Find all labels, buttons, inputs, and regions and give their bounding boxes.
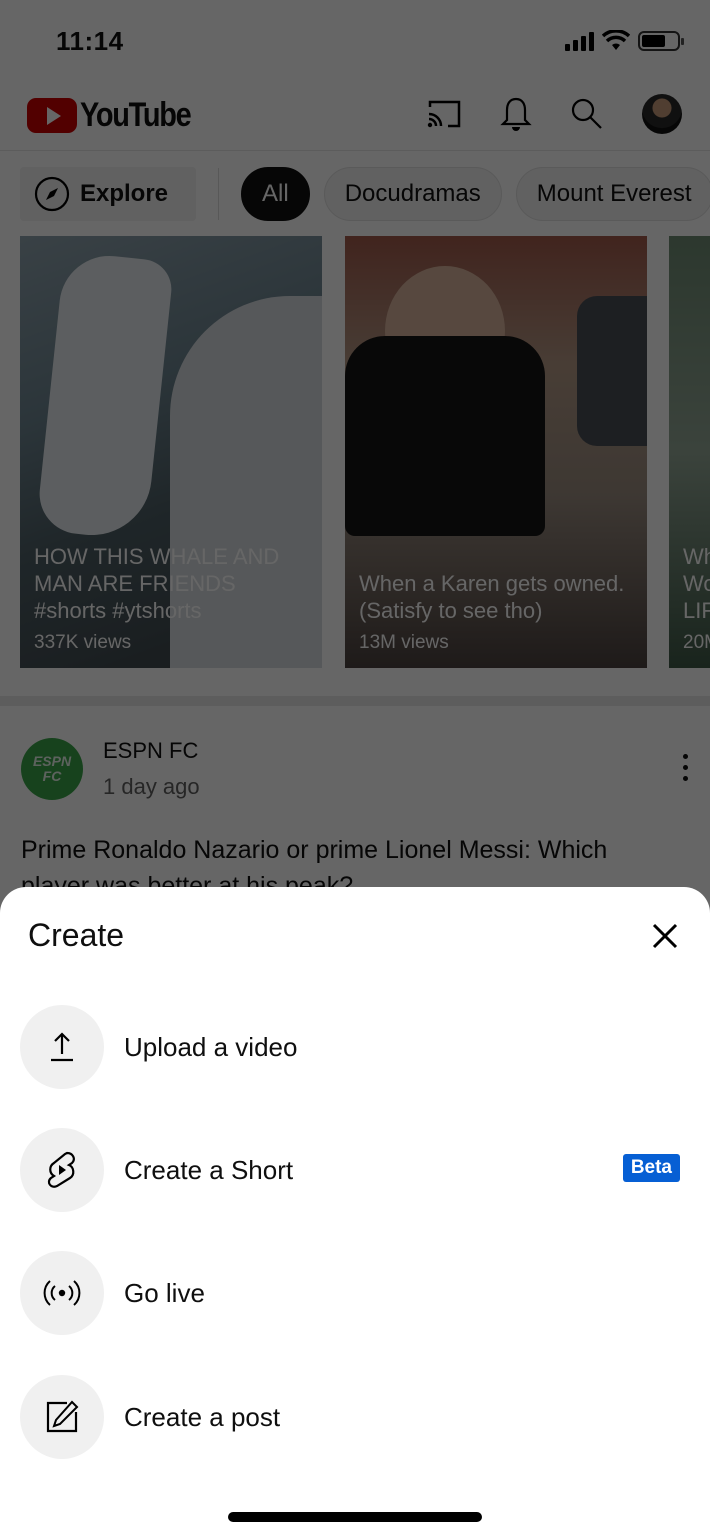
create-item-label: Create a Short	[124, 1154, 294, 1185]
sheet-title: Create	[28, 917, 125, 953]
create-item-go-live[interactable]: Go live	[20, 1251, 680, 1335]
create-item-create-post[interactable]: Create a post	[20, 1375, 680, 1459]
beta-badge: Beta	[622, 1154, 680, 1182]
create-item-label: Upload a video	[124, 1031, 298, 1062]
close-icon[interactable]	[650, 921, 680, 951]
home-indicator[interactable]	[228, 1512, 482, 1522]
create-item-label: Go live	[124, 1277, 205, 1308]
create-item-create-short[interactable]: Create a Short Beta	[20, 1128, 680, 1212]
youtube-home-page: 11:14 YouTube	[0, 0, 710, 1536]
create-bottom-sheet: Create Upload a video Create a Short Bet…	[0, 887, 710, 1536]
edit-post-icon	[20, 1375, 104, 1459]
upload-icon	[20, 1005, 104, 1089]
create-item-label: Create a post	[124, 1401, 281, 1432]
live-broadcast-icon	[20, 1251, 104, 1335]
shorts-icon	[20, 1128, 104, 1212]
create-item-upload-video[interactable]: Upload a video	[20, 1005, 680, 1089]
